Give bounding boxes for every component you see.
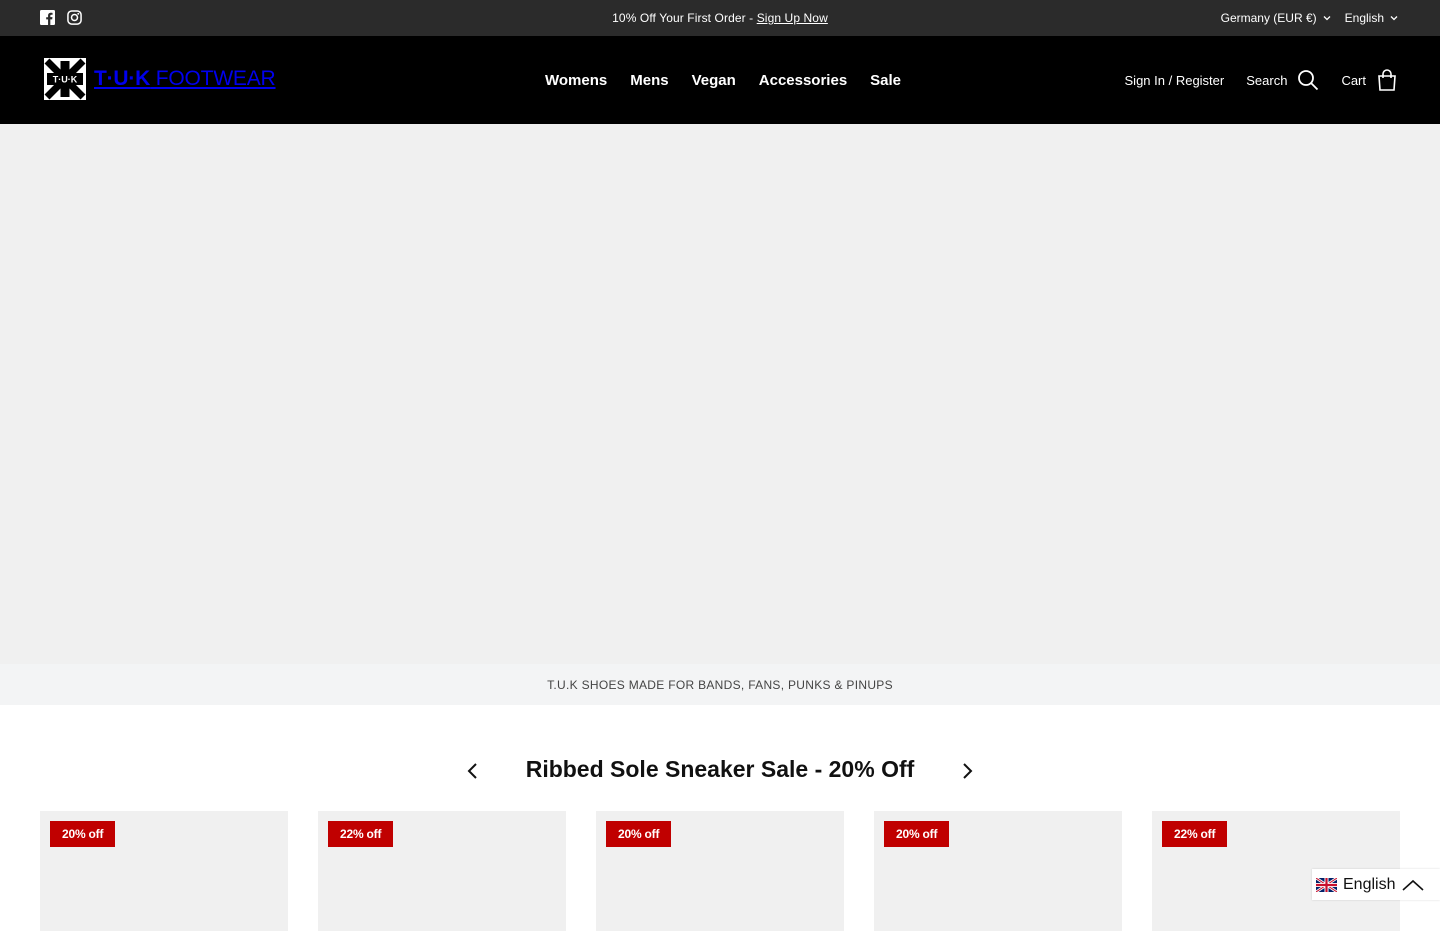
search-icon [1297,69,1319,91]
chevron-down-icon [1390,14,1398,22]
product-carousel: 20% off 22% off 20% off 20% off 22% off [40,811,1400,931]
sign-in-link[interactable]: Sign In / Register [1125,73,1225,88]
facebook-icon[interactable] [40,10,55,25]
language-widget-label: English [1343,876,1395,894]
chevron-up-icon [1401,878,1425,892]
brand-name: T·U·K FOOTWEAR [94,67,276,91]
sign-in-label: Sign In / Register [1125,73,1225,88]
brand-tagline: T.U.K SHOES MADE FOR BANDS, FANS, PUNKS … [0,664,1440,705]
product-card[interactable]: 22% off [318,811,566,931]
search-label: Search [1246,73,1287,88]
cart-label: Cart [1341,73,1366,88]
shopping-bag-icon [1376,69,1398,91]
language-switcher-widget[interactable]: English [1312,869,1440,900]
language-label: English [1345,11,1384,25]
product-card[interactable]: 20% off [596,811,844,931]
social-links [40,10,82,25]
site-header: T·U·K T·U·K FOOTWEAR Womens Mens Vegan A… [0,36,1440,124]
chevron-right-icon[interactable] [955,759,979,783]
nav-item-vegan[interactable]: Vegan [692,72,736,89]
account-actions: Sign In / Register Search Cart [1125,36,1398,124]
country-label: Germany (EUR €) [1221,11,1317,25]
discount-badge: 20% off [884,821,949,847]
nav-item-mens[interactable]: Mens [630,72,668,89]
collection-header: Ribbed Sole Sneaker Sale - 20% Off [0,755,1440,787]
language-selector[interactable]: English [1345,11,1398,25]
discount-badge: 20% off [606,821,671,847]
nav-item-accessories[interactable]: Accessories [759,72,847,89]
main-nav: Womens Mens Vegan Accessories Sale [545,36,901,124]
announcement-bar: 10% Off Your First Order - Sign Up Now G… [0,0,1440,36]
nav-item-womens[interactable]: Womens [545,72,607,89]
discount-badge: 22% off [1162,821,1227,847]
locale-selectors: Germany (EUR €) English [1221,11,1398,25]
collection-title: Ribbed Sole Sneaker Sale - 20% Off [0,756,1440,783]
cart-button[interactable]: Cart [1341,69,1398,91]
instagram-icon[interactable] [67,10,82,25]
uk-flag-icon [1316,878,1337,892]
product-card[interactable]: 20% off [40,811,288,931]
signup-link[interactable]: Sign Up Now [757,11,828,25]
country-selector[interactable]: Germany (EUR €) [1221,11,1331,25]
chevron-down-icon [1323,14,1331,22]
announcement-text: 10% Off Your First Order - [612,11,757,25]
brand-name-bold: T·U·K [94,67,150,90]
logo-mark-text: T·U·K [53,75,78,85]
brand-name-light: FOOTWEAR [150,67,275,90]
nav-item-sale[interactable]: Sale [870,72,901,89]
product-card[interactable]: 20% off [874,811,1122,931]
hero-banner[interactable] [0,124,1440,664]
union-jack-logo-icon: T·U·K [44,58,86,100]
search-button[interactable]: Search [1246,69,1319,91]
brand-logo[interactable]: T·U·K T·U·K FOOTWEAR [44,58,276,100]
discount-badge: 22% off [328,821,393,847]
discount-badge: 20% off [50,821,115,847]
